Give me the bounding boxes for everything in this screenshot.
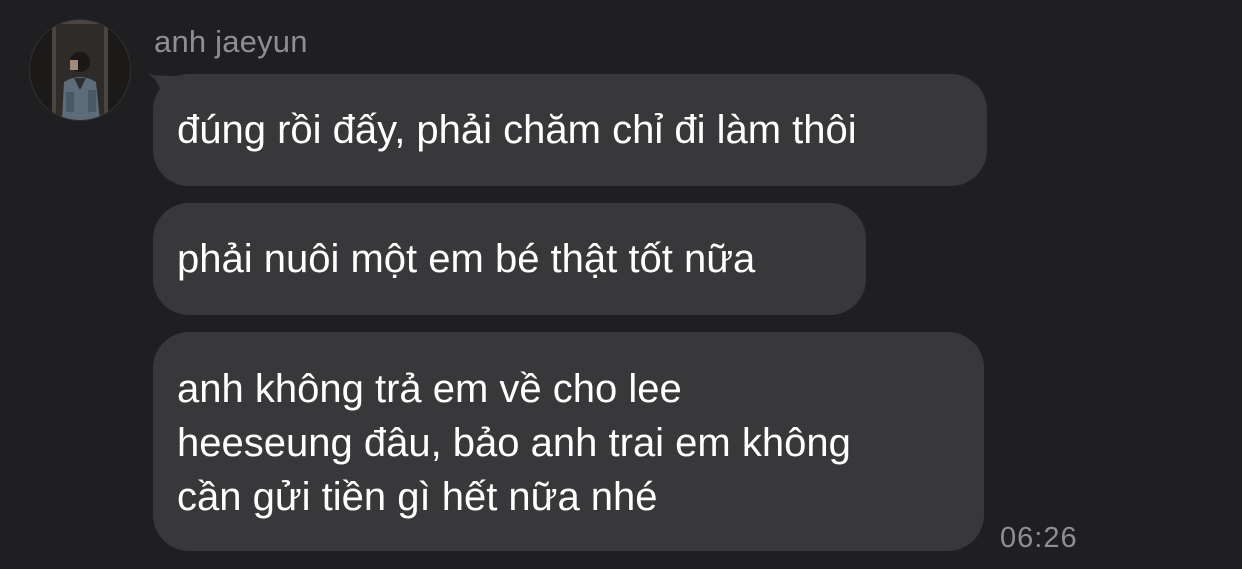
message-text: đúng rồi đấy, phải chăm chỉ đi làm thôi [177, 108, 857, 152]
sender-name: anh jaeyun [154, 24, 308, 59]
profile-photo-icon [30, 20, 130, 120]
message-bubble[interactable]: đúng rồi đấy, phải chăm chỉ đi làm thôi [153, 74, 987, 186]
message-text-line: anh không trả em về cho lee [177, 367, 682, 411]
message-text: phải nuôi một em bé thật tốt nữa [177, 237, 756, 281]
message-text-line: cần gửi tiền gì hết nữa nhé [177, 475, 658, 519]
message-bubble[interactable]: anh không trả em về cho lee heeseung đâu… [153, 332, 984, 551]
message-text-line: heeseung đâu, bảo anh trai em không [177, 421, 851, 465]
avatar[interactable] [30, 20, 130, 120]
message-timestamp: 06:26 [1000, 522, 1078, 554]
message-bubble[interactable]: phải nuôi một em bé thật tốt nữa [153, 203, 866, 315]
